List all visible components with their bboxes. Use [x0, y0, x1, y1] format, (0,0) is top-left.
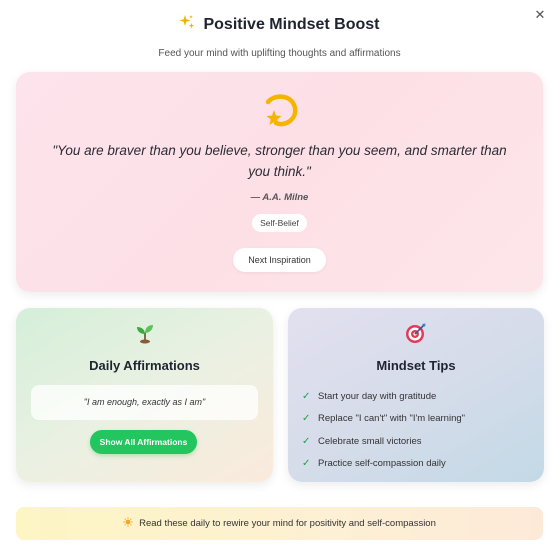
- seedling-icon: [16, 322, 273, 349]
- list-item: ✓ Start your day with gratitude: [302, 385, 532, 408]
- check-icon: ✓: [302, 413, 311, 425]
- page-subtitle: Feed your mind with uplifting thoughts a…: [158, 48, 401, 59]
- tip-text: Practice self-compassion daily: [318, 458, 446, 470]
- mindset-tips-card: Mindset Tips ✓ Start your day with gratit…: [288, 308, 544, 482]
- list-item: ✓ Replace "I can't" with "I'm learning": [302, 408, 532, 431]
- list-item: ✓ Practice self-compassion daily: [302, 453, 532, 476]
- footer-banner: Read these daily to rewire your mind for…: [16, 507, 543, 540]
- quote-category-badge: Self-Belief: [252, 214, 307, 232]
- check-icon: ✓: [302, 390, 311, 402]
- target-icon: [288, 322, 544, 349]
- footer-text: Read these daily to rewire your mind for…: [139, 518, 436, 529]
- tip-text: Start your day with gratitude: [318, 390, 437, 402]
- quote-author: — A.A. Milne: [250, 192, 309, 203]
- show-all-affirmations-button[interactable]: Show All Affirmations: [90, 430, 197, 454]
- tip-text: Replace "I can't" with "I'm learning": [318, 413, 466, 425]
- affirmations-title: Daily Affirmations: [89, 358, 200, 373]
- check-icon: ✓: [302, 435, 311, 447]
- dizzy-star-icon: [16, 90, 543, 135]
- tips-list: ✓ Start your day with gratitude ✓ Replace …: [302, 385, 532, 475]
- check-icon: ✓: [302, 458, 311, 470]
- quote-card: "You are braver than you believe, strong…: [16, 72, 543, 292]
- daily-affirmations-card: Daily Affirmations "I am enough, exactly…: [16, 308, 273, 482]
- page-title: Positive Mindset Boost: [179, 14, 380, 35]
- page-title-text: Positive Mindset Boost: [203, 15, 380, 33]
- quote-text: "You are braver than you believe, strong…: [52, 143, 507, 179]
- next-inspiration-button[interactable]: Next Inspiration: [233, 248, 326, 272]
- tips-title: Mindset Tips: [376, 358, 456, 373]
- sparkles-icon: [179, 14, 195, 35]
- affirmation-text: "I am enough, exactly as I am": [31, 385, 258, 420]
- header: Positive Mindset Boost: [0, 14, 559, 35]
- list-item: ✓ Celebrate small victories: [302, 430, 532, 453]
- tip-text: Celebrate small victories: [318, 435, 422, 447]
- sun-icon: [123, 508, 133, 527]
